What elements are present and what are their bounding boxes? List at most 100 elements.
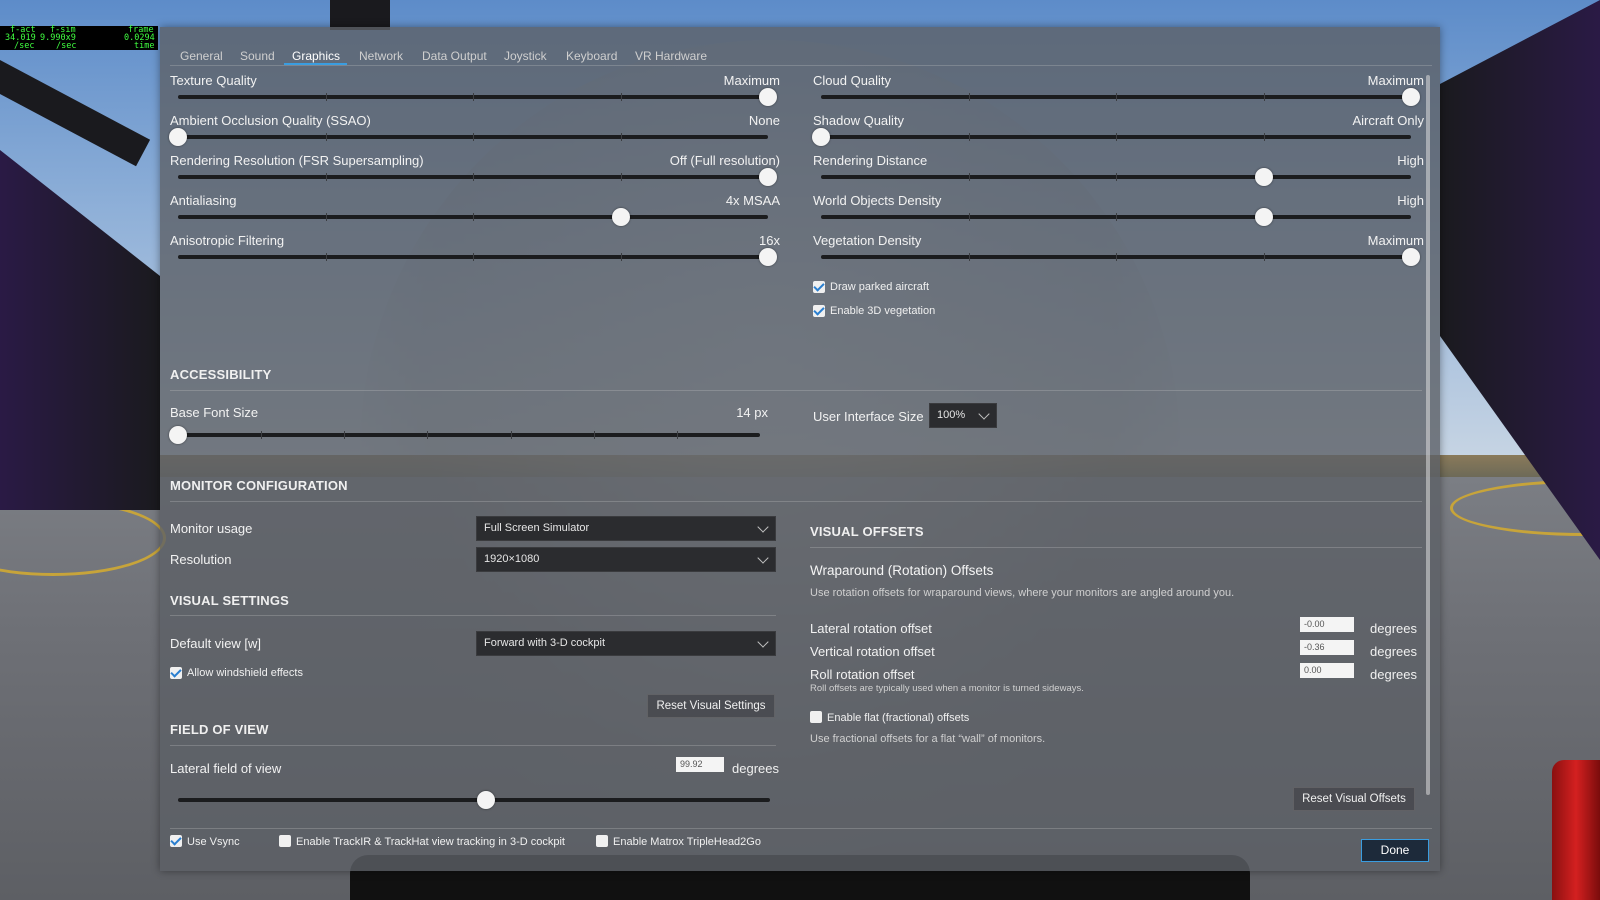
texture-quality-value: Maximum [723,73,780,88]
tab-sound[interactable]: Sound [240,49,275,63]
rendering-resolution-fsr-supersampling-label: Rendering Resolution (FSR Supersampling) [170,153,424,168]
lateral-fov-input[interactable]: 99.92 [676,757,724,772]
default-view-dropdown[interactable]: Forward with 3-D cockpit [476,631,776,656]
monitor-config-divider [170,501,1422,502]
anisotropic-filtering-value: 16x [759,233,780,248]
cloud-quality-thumb[interactable] [1402,88,1420,106]
field-of-view-heading: FIELD OF VIEW [170,722,269,737]
rendering-distance-label: Rendering Distance [813,153,928,168]
resolution-dropdown[interactable]: 1920×1080 [476,547,776,572]
vegetation-density-value: Maximum [1367,233,1424,248]
ambient-occlusion-quality-ssao-thumb[interactable] [169,128,187,146]
use-vsync-checkbox[interactable] [170,835,182,847]
footer-divider [170,828,1432,829]
texture-quality-slider[interactable] [178,88,777,106]
wraparound-offsets-description: Use rotation offsets for wraparound view… [810,587,1235,599]
slider-tick [473,93,474,101]
lateral-fov-slider[interactable] [178,791,770,809]
shadow-quality-thumb[interactable] [812,128,830,146]
texture-quality-thumb[interactable] [759,88,777,106]
slider-tick [620,133,622,141]
shadow-quality-value: Aircraft Only [1352,113,1424,128]
default-view-value: Forward with 3-D cockpit [484,637,606,649]
tab-data-output[interactable]: Data Output [422,49,487,63]
roll-rotation-offset-label: Roll rotation offset [810,667,915,682]
world-objects-density-thumb[interactable] [1254,208,1273,226]
settings-dialog: General Sound Graphics Network Data Output Jo… [160,27,1440,871]
slider-tick [1263,133,1265,141]
lateral-rotation-offset-unit: degrees [1370,621,1417,636]
base-font-size-slider[interactable] [169,426,760,444]
rendering-resolution-fsr-supersampling-thumb[interactable] [759,168,777,186]
matrox-checkbox[interactable] [596,835,608,847]
settings-scrollbar[interactable] [1426,75,1430,795]
slider-tick [325,133,327,141]
slider-tick [968,173,970,181]
cloud-quality-slider[interactable] [821,88,1420,106]
done-button[interactable]: Done [1361,839,1429,862]
tab-graphics[interactable]: Graphics [292,49,340,63]
resolution-label: Resolution [170,552,232,567]
shadow-quality-slider[interactable] [812,128,1411,146]
tab-network[interactable]: Network [359,49,403,63]
cloud-quality-label: Cloud Quality [813,73,892,88]
antialiasing-slider[interactable] [178,208,768,226]
vertical-rotation-offset-unit: degrees [1370,644,1417,659]
chevron-down-icon [978,408,990,420]
world-objects-density-label: World Objects Density [813,193,942,208]
slider-tick [1116,93,1117,101]
cloud-quality-value: Maximum [1367,73,1424,88]
tab-keyboard[interactable]: Keyboard [566,49,617,63]
fps-col3-line3: time [134,41,155,51]
antialiasing-thumb[interactable] [611,208,630,226]
monitor-usage-label: Monitor usage [170,521,253,536]
anisotropic-filtering-thumb[interactable] [759,248,777,266]
use-vsync-label: Use Vsync [187,836,240,848]
reset-visual-offsets-button[interactable]: Reset Visual Offsets [1293,787,1415,811]
frame-rate-overlay: f-act 34.019 /sec f-sim 9.990x9 /sec fra… [0,26,158,50]
ambient-occlusion-quality-ssao-slider[interactable] [169,128,768,146]
monitor-usage-dropdown[interactable]: Full Screen Simulator [476,516,776,541]
roll-rotation-offset-unit: degrees [1370,667,1417,682]
roll-rotation-offset-input[interactable]: 0.00 [1300,663,1354,678]
enable-3d-vegetation-checkbox[interactable] [813,305,825,317]
fps-col1-line3: /sec [14,41,35,51]
flat-offsets-checkbox[interactable] [810,711,822,723]
vegetation-density-slider[interactable] [821,248,1420,266]
visual-offsets-heading: VISUAL OFFSETS [810,524,924,539]
slider-tick [968,93,970,101]
shadow-quality-label: Shadow Quality [813,113,905,128]
slider-tick [620,253,622,261]
base-font-size-thumb[interactable] [169,426,187,444]
ui-size-value: 100% [937,409,966,421]
lateral-rotation-offset-input[interactable]: -0.00 [1300,617,1354,632]
windshield-effects-checkbox[interactable] [170,667,182,679]
tab-joystick[interactable]: Joystick [504,49,547,63]
trackir-checkbox[interactable] [279,835,291,847]
anisotropic-filtering-label: Anisotropic Filtering [170,233,285,248]
lateral-fov-thumb[interactable] [476,791,495,809]
world-objects-density-slider[interactable] [821,208,1411,226]
tab-general[interactable]: General [180,49,223,63]
rendering-resolution-fsr-supersampling-slider[interactable] [178,168,777,186]
slider-tick [620,93,622,101]
texture-quality-label: Texture Quality [170,73,257,88]
draw-parked-aircraft-checkbox[interactable] [813,281,825,293]
slider-tick [1116,213,1117,221]
rendering-distance-thumb[interactable] [1254,168,1273,186]
vegetation-density-thumb[interactable] [1402,248,1420,266]
default-view-label: Default view [w] [170,636,262,651]
slider-tick [344,431,346,439]
lateral-fov-label: Lateral field of view [170,761,282,776]
visual-settings-divider [170,615,776,616]
tab-vr-hardware[interactable]: VR Hardware [635,49,707,63]
rendering-distance-slider[interactable] [821,168,1411,186]
slider-tick [968,253,970,261]
fire-extinguisher [1552,760,1600,900]
reset-visual-settings-button[interactable]: Reset Visual Settings [647,694,775,718]
ui-size-dropdown[interactable]: 100% [929,403,997,428]
slider-tick [473,173,474,181]
lateral-rotation-offset-label: Lateral rotation offset [810,621,932,636]
anisotropic-filtering-slider[interactable] [178,248,777,266]
vertical-rotation-offset-input[interactable]: -0.36 [1300,640,1354,655]
